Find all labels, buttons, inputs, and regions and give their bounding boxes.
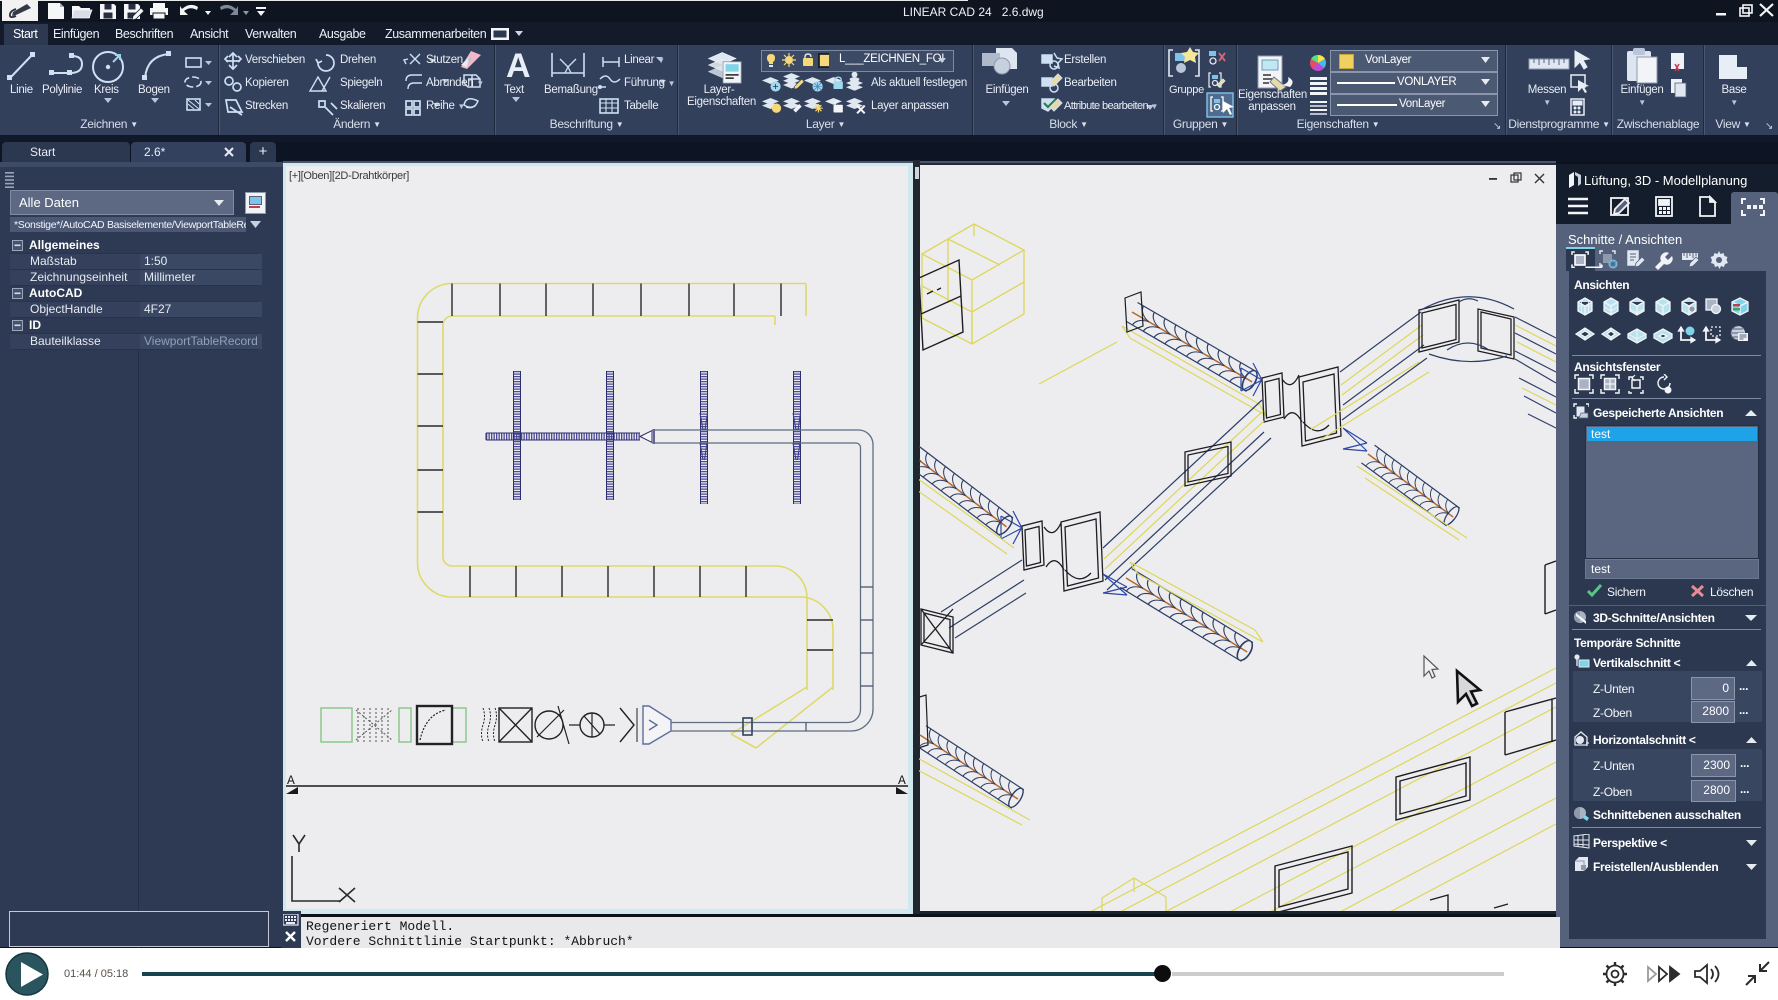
- svg-text:A: A: [506, 47, 531, 85]
- svg-text:A: A: [287, 773, 295, 788]
- svg-text:A: A: [898, 773, 906, 788]
